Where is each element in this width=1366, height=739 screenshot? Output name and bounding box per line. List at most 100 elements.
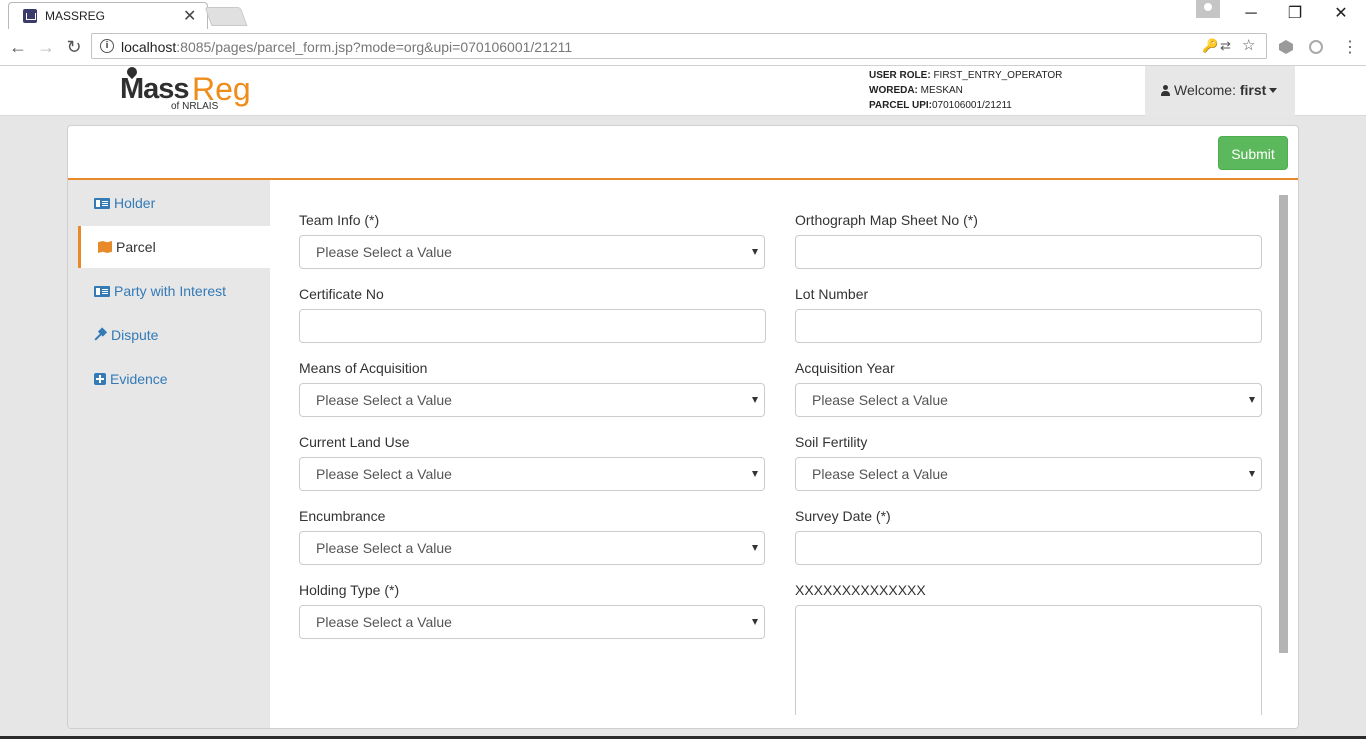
window-minimize-button[interactable]: ─ [1228, 2, 1274, 26]
profile-icon[interactable] [1196, 0, 1220, 18]
acquisition-year-value: Please Select a Value [812, 392, 948, 408]
means-of-acquisition-select[interactable]: Please Select a Value [299, 383, 765, 417]
user-menu-toggle[interactable]: Welcome: first [1161, 82, 1278, 98]
browser-tabstrip: MASSREG ✕ ─ ❐ ✕ [0, 0, 1366, 30]
massreg-logo[interactable]: Mass Reg of NRLAIS [120, 64, 251, 113]
certificate-no-input[interactable] [299, 309, 766, 343]
forward-arrow-icon[interactable]: → [34, 35, 58, 59]
url-text: localhost:8085/pages/parcel_form.jsp?mod… [121, 39, 572, 55]
extension-icon[interactable] [1278, 39, 1294, 55]
orthograph-map-sheet-no-input[interactable] [795, 235, 1262, 269]
soil-fertility-select[interactable]: Please Select a Value [795, 457, 1262, 491]
welcome-username: first [1239, 82, 1267, 98]
reload-icon[interactable]: ↻ [62, 35, 86, 59]
info-icon[interactable]: i [100, 39, 114, 53]
back-arrow-icon[interactable]: ← [6, 35, 30, 59]
notes-textarea[interactable] [795, 605, 1262, 715]
sidebar-item-holder[interactable]: Holder [78, 182, 270, 224]
url-path: :8085/pages/parcel_form.jsp?mode=org&upi… [176, 39, 573, 55]
current-land-use-value: Please Select a Value [316, 466, 452, 482]
orthograph-map-sheet-no-label: Orthograph Map Sheet No (*) [795, 212, 978, 228]
woreda-label: WOREDA: [869, 85, 918, 96]
encumbrance-select[interactable]: Please Select a Value [299, 531, 765, 565]
sidebar-item-label: Holder [114, 195, 156, 211]
browser-tab-title: MASSREG [45, 9, 106, 23]
sidebar-item-party-with-interest[interactable]: Party with Interest [78, 270, 270, 312]
parcel-form-panel: Submit Holder Parcel Party with Interest… [67, 125, 1299, 729]
lot-number-label: Lot Number [795, 286, 869, 302]
dropdown-arrow-icon [752, 545, 758, 551]
session-info: USER ROLE: FIRST_ENTRY_OPERATOR WOREDA: … [869, 68, 1062, 113]
url-host: localhost [121, 39, 177, 55]
notes-label: XXXXXXXXXXXXXX [795, 582, 926, 598]
caret-down-icon [1269, 88, 1278, 93]
team-info-select[interactable]: Please Select a Value [299, 235, 765, 269]
submit-button[interactable]: Submit [1218, 136, 1288, 170]
holding-type-select[interactable]: Please Select a Value [299, 605, 765, 639]
survey-date-input[interactable] [795, 531, 1262, 565]
user-role-line: USER ROLE: FIRST_ENTRY_OPERATOR [869, 68, 1062, 83]
sidebar-item-parcel[interactable]: Parcel [78, 226, 270, 268]
holding-type-label: Holding Type (*) [299, 582, 400, 598]
sidebar-item-evidence[interactable]: Evidence [78, 358, 270, 400]
parcel-upi-value: 070106001/21211 [931, 100, 1012, 111]
address-bar[interactable]: i localhost:8085/pages/parcel_form.jsp?m… [91, 33, 1267, 59]
tab-close-icon[interactable]: ✕ [183, 6, 196, 26]
sidebar-item-dispute[interactable]: Dispute [78, 314, 270, 356]
means-of-acquisition-label: Means of Acquisition [299, 360, 428, 376]
encumbrance-value: Please Select a Value [316, 540, 452, 556]
id-card-icon [94, 286, 110, 297]
plus-square-icon [94, 373, 106, 385]
extension-puzzle-icon[interactable] [1308, 39, 1324, 55]
sidebar-item-label: Parcel [116, 239, 156, 255]
sidebar-item-label: Evidence [110, 371, 168, 387]
translate-icon[interactable]: ⇄ [1220, 38, 1231, 54]
parcel-upi-label: PARCEL UPI: [869, 100, 932, 111]
panel-header: Submit [68, 126, 1298, 180]
window-close-button[interactable]: ✕ [1318, 2, 1364, 26]
soil-fertility-label: Soil Fertility [795, 434, 868, 450]
massreg-favicon-icon [23, 9, 37, 23]
parcel-upi-line: PARCEL UPI:070106001/21211 [869, 98, 1062, 113]
browser-menu-icon[interactable]: ⋮ [1342, 37, 1358, 57]
holding-type-value: Please Select a Value [316, 614, 452, 630]
user-role-value: FIRST_ENTRY_OPERATOR [930, 70, 1063, 81]
dropdown-arrow-icon [752, 471, 758, 477]
dropdown-arrow-icon [752, 249, 758, 255]
dropdown-arrow-icon [1249, 397, 1255, 403]
means-of-acquisition-value: Please Select a Value [316, 392, 452, 408]
survey-date-label: Survey Date (*) [795, 508, 891, 524]
form-sidebar: Holder Parcel Party with Interest Disput… [68, 180, 270, 728]
team-info-value: Please Select a Value [316, 244, 452, 260]
soil-fertility-value: Please Select a Value [812, 466, 948, 482]
lot-number-input[interactable] [795, 309, 1262, 343]
id-card-icon [94, 198, 110, 209]
parcel-form: Team Info (*) Please Select a Value Cert… [270, 180, 1298, 728]
gavel-icon [94, 329, 107, 341]
logo-subtitle: of NRLAIS [171, 101, 219, 112]
user-icon [1161, 85, 1170, 96]
user-role-label: USER ROLE: [869, 70, 931, 81]
bookmark-star-icon[interactable]: ☆ [1242, 36, 1255, 54]
sidebar-item-label: Party with Interest [114, 283, 227, 299]
woreda-line: WOREDA: MESKAN [869, 83, 1062, 98]
welcome-label: Welcome: [1174, 82, 1240, 98]
team-info-label: Team Info (*) [299, 212, 380, 228]
dropdown-arrow-icon [1249, 471, 1255, 477]
user-menu-dropdown[interactable]: Welcome: first [1145, 66, 1295, 116]
dropdown-arrow-icon [752, 397, 758, 403]
browser-tab[interactable]: MASSREG ✕ [8, 2, 208, 30]
encumbrance-label: Encumbrance [299, 508, 386, 524]
current-land-use-select[interactable]: Please Select a Value [299, 457, 765, 491]
new-tab-button[interactable] [204, 7, 248, 26]
app-header: Mass Reg of NRLAIS USER ROLE: FIRST_ENTR… [0, 64, 1366, 116]
dropdown-arrow-icon [752, 619, 758, 625]
browser-toolbar: ← → ↻ i localhost:8085/pages/parcel_form… [0, 29, 1366, 66]
acquisition-year-label: Acquisition Year [795, 360, 895, 376]
key-icon[interactable]: 🔑 [1202, 38, 1218, 54]
acquisition-year-select[interactable]: Please Select a Value [795, 383, 1262, 417]
woreda-value: MESKAN [917, 85, 963, 96]
window-maximize-button[interactable]: ❐ [1272, 2, 1318, 26]
certificate-no-label: Certificate No [299, 286, 384, 302]
form-scrollbar-thumb[interactable] [1279, 195, 1288, 653]
